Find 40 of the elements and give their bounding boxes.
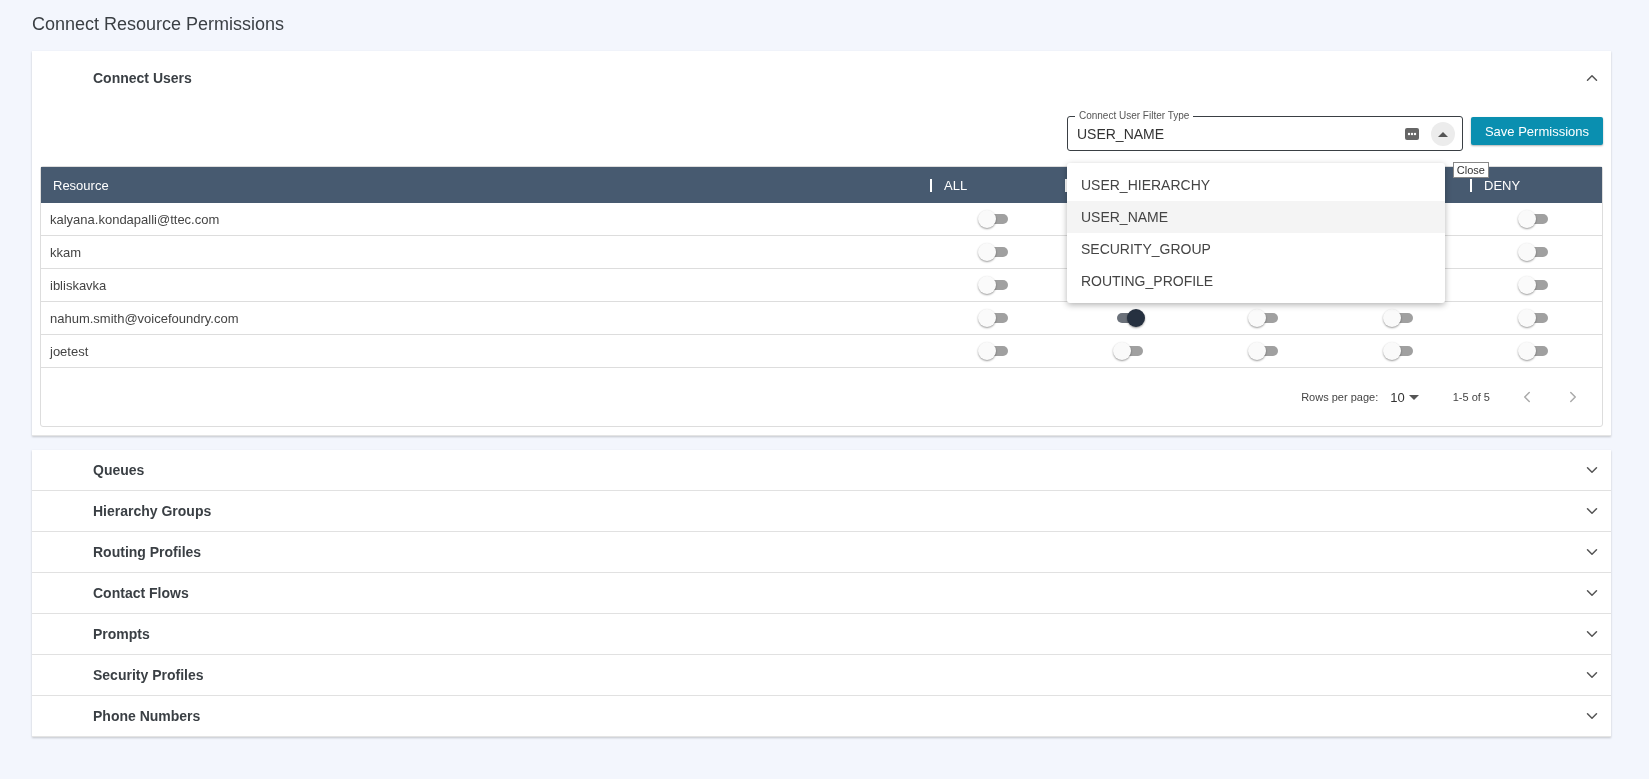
section-title: Security Profiles (93, 667, 204, 683)
page-range: 1-5 of 5 (1452, 391, 1490, 403)
column-header: Resource (53, 177, 109, 193)
section-title: Routing Profiles (93, 544, 202, 560)
menu-option[interactable]: ROUTING_PROFILE (1066, 265, 1445, 297)
section-title: Connect Users (93, 70, 192, 86)
accordion-header[interactable]: Prompts (32, 614, 1611, 654)
caret-icon (1437, 131, 1448, 137)
section-title: Phone Numbers (93, 708, 201, 724)
section-title: Prompts (93, 626, 150, 642)
menu-option[interactable]: USER_NAME (1066, 201, 1445, 233)
filter-type-select[interactable]: Connect User Filter Type USER_NAME (1066, 109, 1463, 151)
rows-per-page-label: Rows per page: (1301, 391, 1379, 403)
table-cell-text: kalyana.kondapalli@ttec.com (49, 210, 221, 229)
menu-option[interactable]: USER_HIERARCHY (1066, 169, 1445, 201)
table-cell-text: ibliskavka (49, 276, 108, 295)
column-header: ALL (944, 177, 968, 193)
save-permissions-button[interactable]: Save Permissions (1470, 117, 1603, 145)
accordion-header[interactable]: Hierarchy Groups (32, 491, 1611, 531)
accordion-header[interactable]: Routing Profiles (32, 532, 1611, 572)
table-cell-text: kkam (49, 243, 83, 262)
accordion-header[interactable]: Security Profiles (32, 655, 1611, 695)
rows-per-page-select[interactable]: 10 (1386, 389, 1423, 405)
ellipsis-icon (1404, 128, 1419, 140)
select-value: USER_NAME (1076, 126, 1166, 142)
dropdown-toggle-button[interactable] (1430, 122, 1455, 146)
accordion-header[interactable]: Queues (32, 450, 1611, 490)
table-cell-text: joetest (48, 342, 90, 361)
menu-option[interactable]: SECURITY_GROUP (1066, 233, 1445, 265)
accordion-header[interactable]: Connect Users (32, 51, 1611, 105)
field-label: Connect User Filter Type (1074, 109, 1194, 122)
page-title: Connect Resource Permissions (32, 14, 286, 35)
section-title: Queues (93, 462, 145, 478)
column-header: DENY (1484, 177, 1521, 193)
section-title: Hierarchy Groups (93, 503, 212, 519)
table-cell-text: nahum.smith@voicefoundry.com (49, 309, 240, 328)
accordion-header[interactable]: Contact Flows (32, 573, 1611, 613)
section-title: Contact Flows (93, 585, 189, 601)
accordion-header[interactable]: Phone Numbers (32, 696, 1611, 736)
tooltip: Close (1452, 162, 1489, 178)
